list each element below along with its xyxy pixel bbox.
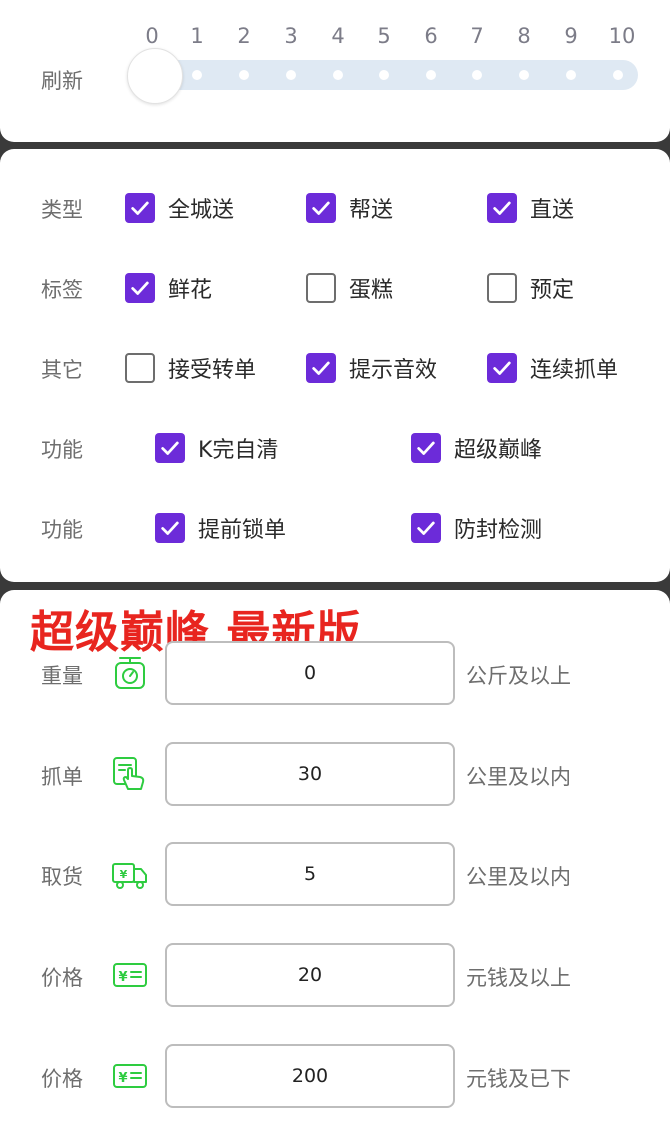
function-b-checkbox-1[interactable]: 防封检测 — [411, 512, 542, 544]
slider-step-dot — [286, 70, 296, 80]
price-icon: ¥ — [111, 956, 149, 994]
checkbox-label: 接受转单 — [168, 358, 257, 383]
checkbox-label: K完自清 — [198, 438, 279, 463]
slider-tick: 10 — [608, 24, 636, 48]
slider-step-dot — [239, 70, 249, 80]
tags-checkbox-0[interactable]: 鲜花 — [125, 272, 212, 304]
filter-label: 取货 — [41, 865, 83, 889]
unchecked-box-icon[interactable] — [125, 353, 155, 383]
checkbox-label: 防封检测 — [454, 518, 543, 543]
function-b-row-label: 功能 — [41, 518, 83, 542]
filter-unit: 公里及以内 — [466, 865, 571, 889]
filter-input-2[interactable]: 5 — [165, 842, 455, 906]
slider-tick: 8 — [517, 24, 531, 48]
filter-input-0[interactable]: 0 — [165, 641, 455, 705]
checkbox-label: 提前锁单 — [198, 518, 287, 543]
checkbox-label: 直送 — [530, 198, 575, 223]
truck-icon: ¥ — [111, 855, 149, 893]
filter-unit: 公斤及以上 — [466, 664, 571, 688]
filter-label: 价格 — [41, 966, 83, 990]
other-checkbox-2[interactable]: 连续抓单 — [487, 352, 618, 384]
other-row-label: 其它 — [41, 358, 83, 382]
slider-step-dot — [519, 70, 529, 80]
checked-box-icon[interactable] — [487, 353, 517, 383]
refresh-slider-thumb[interactable] — [127, 48, 183, 104]
checkbox-label: 帮送 — [349, 198, 394, 223]
slider-tick: 9 — [564, 24, 578, 48]
tags-checkbox-1[interactable]: 蛋糕 — [306, 272, 393, 304]
slider-tick: 4 — [331, 24, 345, 48]
checkbox-label: 蛋糕 — [349, 278, 394, 303]
filter-input-1[interactable]: 30 — [165, 742, 455, 806]
slider-tick: 7 — [470, 24, 484, 48]
checkbox-label: 预定 — [530, 278, 575, 303]
tags-row-label: 标签 — [41, 278, 83, 302]
slider-step-dot — [426, 70, 436, 80]
filter-input-3[interactable]: 20 — [165, 943, 455, 1007]
slider-tick: 1 — [190, 24, 204, 48]
filter-unit: 公里及以内 — [466, 765, 571, 789]
function-b-checkbox-0[interactable]: 提前锁单 — [155, 512, 286, 544]
refresh-card: 0 1 2 3 4 5 6 7 8 9 10 刷新 — [0, 0, 670, 142]
checked-box-icon[interactable] — [487, 193, 517, 223]
checked-box-icon[interactable] — [125, 273, 155, 303]
type-row-label: 类型 — [41, 198, 83, 222]
filter-unit: 元钱及以上 — [466, 966, 571, 990]
price-icon: ¥ — [111, 1057, 149, 1095]
checked-box-icon[interactable] — [155, 433, 185, 463]
checkbox-label: 连续抓单 — [530, 358, 619, 383]
slider-step-dot — [566, 70, 576, 80]
type-checkbox-2[interactable]: 直送 — [487, 192, 574, 224]
svg-text:¥: ¥ — [118, 1071, 127, 1086]
function-a-row-label: 功能 — [41, 438, 83, 462]
unchecked-box-icon[interactable] — [487, 273, 517, 303]
scale-icon — [111, 654, 149, 692]
tags-checkbox-2[interactable]: 预定 — [487, 272, 574, 304]
slider-tick: 2 — [237, 24, 251, 48]
slider-step-dot — [613, 70, 623, 80]
checkbox-label: 提示音效 — [349, 358, 438, 383]
slider-step-dot — [379, 70, 389, 80]
filter-input-4[interactable]: 200 — [165, 1044, 455, 1108]
checked-box-icon[interactable] — [306, 193, 336, 223]
refresh-label: 刷新 — [41, 69, 83, 93]
slider-step-dot — [472, 70, 482, 80]
type-checkbox-1[interactable]: 帮送 — [306, 192, 393, 224]
other-checkbox-0[interactable]: 接受转单 — [125, 352, 256, 384]
slider-tick: 5 — [377, 24, 391, 48]
other-checkbox-1[interactable]: 提示音效 — [306, 352, 437, 384]
function-a-checkbox-0[interactable]: K完自清 — [155, 432, 278, 464]
svg-text:¥: ¥ — [118, 970, 127, 985]
tap-icon — [111, 755, 149, 793]
checked-box-icon[interactable] — [411, 513, 441, 543]
filter-unit: 元钱及已下 — [466, 1067, 571, 1091]
checkbox-label: 全城送 — [168, 198, 235, 223]
checked-box-icon[interactable] — [155, 513, 185, 543]
slider-step-dot — [192, 70, 202, 80]
slider-tick: 0 — [145, 24, 159, 48]
filter-label: 抓单 — [41, 765, 83, 789]
checked-box-icon[interactable] — [125, 193, 155, 223]
checkbox-label: 鲜花 — [168, 278, 213, 303]
slider-tick: 6 — [424, 24, 438, 48]
filter-label: 价格 — [41, 1067, 83, 1091]
checked-box-icon[interactable] — [411, 433, 441, 463]
filter-label: 重量 — [41, 664, 83, 688]
function-a-checkbox-1[interactable]: 超级巅峰 — [411, 432, 542, 464]
checkbox-label: 超级巅峰 — [454, 438, 543, 463]
svg-text:¥: ¥ — [120, 868, 128, 881]
unchecked-box-icon[interactable] — [306, 273, 336, 303]
type-checkbox-0[interactable]: 全城送 — [125, 192, 234, 224]
checked-box-icon[interactable] — [306, 353, 336, 383]
slider-step-dot — [333, 70, 343, 80]
slider-tick: 3 — [284, 24, 298, 48]
